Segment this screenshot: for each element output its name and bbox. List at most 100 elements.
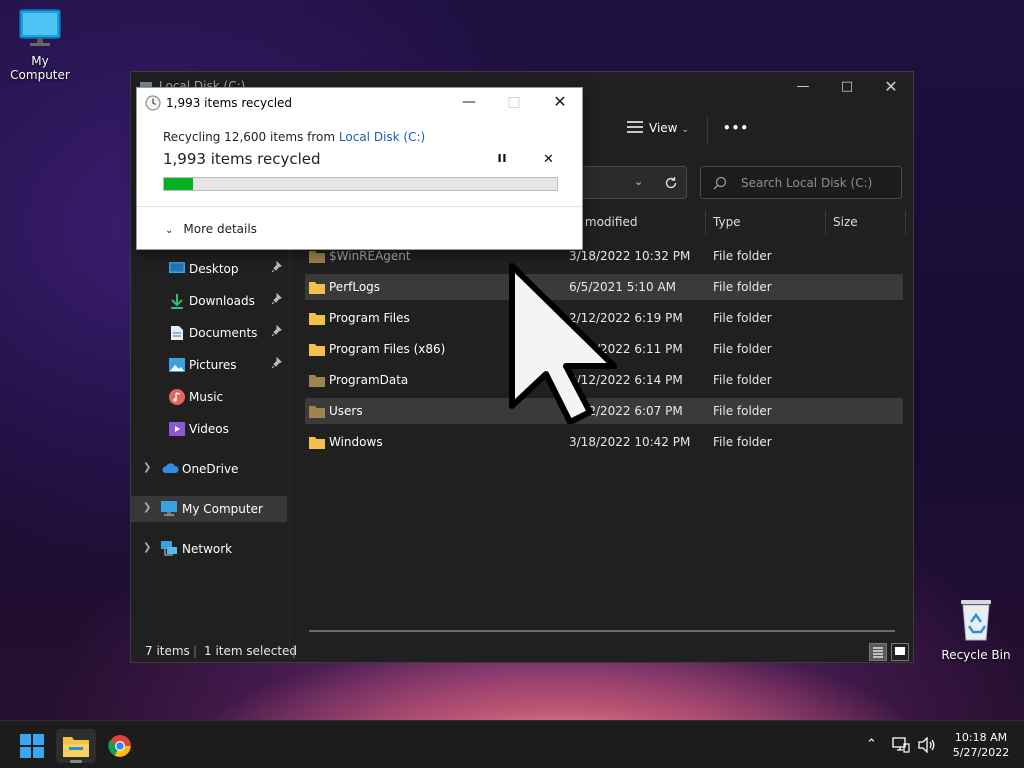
- desktop-my-computer[interactable]: My Computer: [0, 8, 80, 82]
- file-type: File folder: [713, 373, 772, 387]
- refresh-icon[interactable]: [664, 176, 678, 190]
- status-selected-count: 1 item selected: [204, 644, 298, 658]
- mouse-cursor-icon: [509, 263, 617, 424]
- search-box[interactable]: Search Local Disk (C:): [700, 166, 902, 199]
- status-separator: |: [292, 644, 297, 658]
- active-indicator: [70, 760, 82, 763]
- folder-icon: [309, 437, 325, 449]
- expand-chevron-icon[interactable]: ❯: [143, 542, 151, 553]
- taskbar-chrome[interactable]: [100, 729, 140, 763]
- nav-item-videos[interactable]: Videos: [131, 416, 287, 442]
- nav-item-pictures[interactable]: Pictures: [131, 352, 287, 378]
- download-icon: [171, 294, 183, 309]
- tiles-view-button[interactable]: [891, 643, 909, 661]
- file-type: File folder: [713, 249, 772, 263]
- nav-item-network[interactable]: ❯ Network: [131, 536, 287, 562]
- start-button[interactable]: [12, 729, 52, 763]
- expand-chevron-icon[interactable]: ❯: [143, 462, 151, 473]
- file-name: Program Files (x86): [329, 342, 446, 356]
- nav-item-label: My Computer: [182, 502, 263, 516]
- maximize-button[interactable]: □: [825, 76, 869, 98]
- column-separator[interactable]: [825, 210, 826, 234]
- file-type: File folder: [713, 435, 772, 449]
- view-chevron-icon: ⌄: [681, 125, 690, 135]
- desktop-recycle-bin-label: Recycle Bin: [941, 648, 1011, 662]
- file-name: ProgramData: [329, 373, 409, 387]
- nav-item-label: OneDrive: [182, 462, 239, 476]
- pin-icon: [271, 325, 282, 337]
- search-placeholder: Search Local Disk (C:): [741, 176, 873, 190]
- file-explorer-icon: [63, 737, 89, 757]
- nav-item-documents[interactable]: Documents: [131, 320, 287, 346]
- source-drive-link[interactable]: Local Disk (C:): [339, 130, 425, 144]
- expand-chevron-icon[interactable]: ❯: [143, 502, 151, 513]
- view-lines-icon: [627, 121, 643, 133]
- volume-icon[interactable]: [918, 737, 936, 753]
- file-name: Windows: [329, 435, 383, 449]
- minimize-button[interactable]: —: [781, 76, 825, 98]
- file-type: File folder: [713, 311, 772, 325]
- show-hidden-icons-button[interactable]: ⌃: [866, 737, 877, 752]
- column-separator[interactable]: [705, 210, 706, 234]
- file-row-windows[interactable]: Windows 3/18/2022 10:42 PM File folder: [305, 429, 903, 455]
- file-date: 3/18/2022 10:32 PM: [569, 249, 691, 263]
- dialog-close-button[interactable]: ✕: [540, 91, 580, 113]
- pin-icon: [271, 293, 282, 305]
- search-icon: [713, 176, 727, 190]
- pin-icon: [271, 261, 282, 273]
- nav-item-desktop[interactable]: Desktop: [131, 256, 287, 282]
- file-name: Users: [329, 404, 363, 418]
- nav-item-my-computer[interactable]: ❯ My Computer: [131, 496, 287, 522]
- view-button[interactable]: View ⌄: [627, 121, 689, 135]
- videos-icon: [169, 422, 185, 436]
- network-status-icon[interactable]: [892, 737, 910, 753]
- file-name: Program Files: [329, 311, 410, 325]
- file-date: 3/18/2022 10:42 PM: [569, 435, 691, 449]
- cancel-button[interactable]: ✕: [543, 152, 554, 167]
- file-type: File folder: [713, 404, 772, 418]
- column-separator[interactable]: [905, 210, 906, 234]
- pin-icon: [271, 357, 282, 369]
- network-icon: [161, 541, 177, 556]
- desktop-icon: [169, 262, 185, 273]
- column-size[interactable]: Size: [833, 215, 858, 229]
- more-options-button[interactable]: •••: [723, 121, 749, 135]
- dialog-minimize-button[interactable]: —: [449, 91, 489, 113]
- column-type[interactable]: Type: [713, 215, 741, 229]
- desktop-my-computer-label: My Computer: [10, 54, 70, 82]
- nav-item-onedrive[interactable]: ❯ OneDrive: [131, 456, 287, 482]
- toolbar-divider: [707, 116, 708, 144]
- horizontal-scrollbar[interactable]: [309, 630, 895, 632]
- file-type: File folder: [713, 280, 772, 294]
- recycle-source-line: Recycling 12,600 items from Local Disk (…: [163, 130, 425, 144]
- file-name: $WinREAgent: [329, 249, 411, 263]
- dialog-title: 1,993 items recycled: [166, 96, 293, 110]
- more-details-button[interactable]: ⌄ More details: [165, 222, 257, 236]
- taskbar-file-explorer[interactable]: [56, 729, 96, 763]
- details-view-button[interactable]: [869, 643, 887, 661]
- dialog-maximize-button: □: [507, 94, 521, 110]
- view-label: View: [649, 121, 678, 135]
- documents-icon: [171, 326, 183, 340]
- nav-item-music[interactable]: Music: [131, 384, 287, 410]
- desktop-recycle-bin[interactable]: Recycle Bin: [940, 596, 1012, 662]
- more-details-label: More details: [183, 222, 257, 236]
- nav-item-label: Network: [182, 542, 233, 556]
- folder-icon: [309, 313, 325, 325]
- address-dropdown-icon[interactable]: ⌄: [634, 175, 643, 188]
- pause-button[interactable]: [497, 152, 507, 167]
- taskbar-clock[interactable]: 10:18 AM 5/27/2022: [944, 730, 1018, 760]
- progress-bar: [163, 177, 558, 191]
- progress-fill: [164, 178, 194, 190]
- nav-item-label: Desktop: [189, 262, 239, 276]
- dialog-separator: [137, 206, 582, 207]
- clock-icon: [145, 95, 161, 111]
- close-button[interactable]: ✕: [869, 76, 913, 98]
- pictures-icon: [169, 358, 185, 372]
- folder-icon: [309, 375, 325, 387]
- nav-item-label: Pictures: [189, 358, 237, 372]
- nav-item-label: Documents: [189, 326, 258, 340]
- nav-item-downloads[interactable]: Downloads: [131, 288, 287, 314]
- file-type: File folder: [713, 342, 772, 356]
- nav-item-label: Videos: [189, 422, 229, 436]
